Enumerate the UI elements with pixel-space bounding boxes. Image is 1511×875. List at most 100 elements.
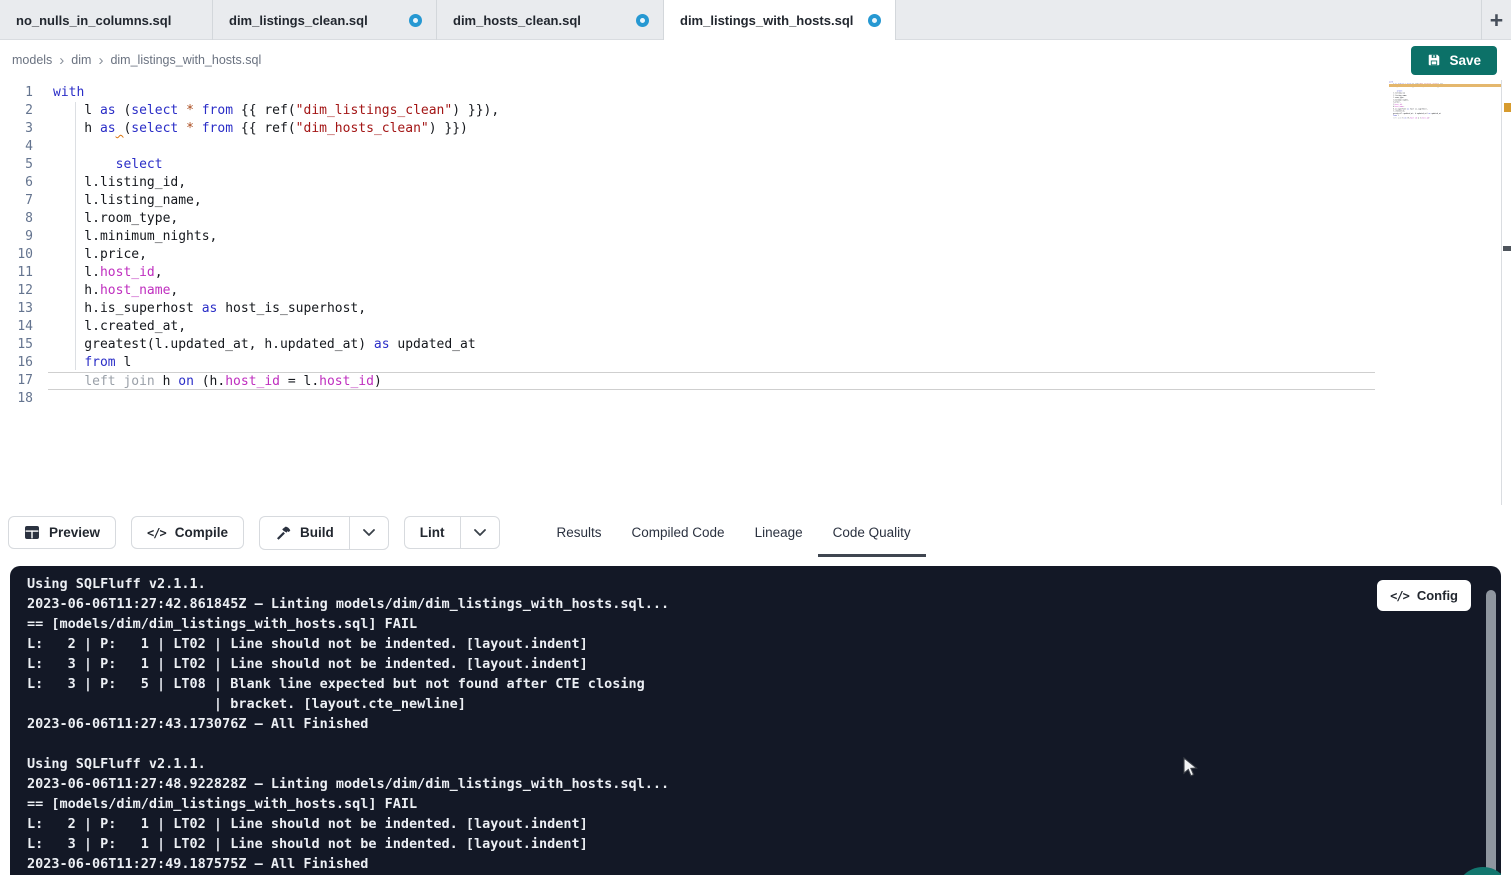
code-line[interactable]: l.listing_name, — [53, 192, 1511, 210]
breadcrumb-segment[interactable]: dim_listings_with_hosts.sql — [110, 53, 261, 67]
line-number[interactable]: 17 — [0, 372, 40, 390]
save-button-label: Save — [1449, 53, 1481, 68]
build-button[interactable]: Build — [259, 516, 349, 550]
code-line[interactable]: select — [53, 156, 1511, 174]
tab-compiled-code[interactable]: Compiled Code — [617, 509, 740, 557]
preview-button-label: Preview — [49, 525, 100, 540]
line-number[interactable]: 4 — [0, 138, 40, 156]
terminal-line: 2023-06-06T11:27:48.922828Z — Linting mo… — [27, 774, 669, 794]
terminal-line: == [models/dim/dim_listings_with_hosts.s… — [27, 614, 669, 634]
code-line[interactable] — [53, 390, 1511, 408]
file-tab-bar: no_nulls_in_columns.sql dim_listings_cle… — [0, 0, 1511, 40]
line-number[interactable]: 9 — [0, 228, 40, 246]
line-number[interactable]: 10 — [0, 246, 40, 264]
code-line[interactable]: with — [53, 84, 1511, 102]
save-button[interactable]: Save — [1411, 46, 1497, 75]
tab-label: Results — [557, 525, 602, 540]
breadcrumb: models › dim › dim_listings_with_hosts.s… — [12, 53, 261, 68]
terminal-line: Using SQLFluff v2.1.1. — [27, 754, 669, 774]
terminal-line: 2023-06-06T11:27:43.173076Z — All Finish… — [27, 714, 669, 734]
file-tab-dim-listings-clean[interactable]: dim_listings_clean.sql — [213, 0, 437, 40]
breadcrumb-bar: models › dim › dim_listings_with_hosts.s… — [0, 40, 1511, 80]
lint-output-terminal: Using SQLFluff v2.1.1.2023-06-06T11:27:4… — [10, 566, 1501, 875]
line-number[interactable]: 8 — [0, 210, 40, 228]
tab-code-quality[interactable]: Code Quality — [818, 509, 926, 557]
line-number[interactable]: 5 — [0, 156, 40, 174]
terminal-line: L: 3 | P: 5 | LT08 | Blank line expected… — [27, 674, 669, 694]
lint-dropdown-button[interactable] — [460, 516, 500, 549]
tab-results[interactable]: Results — [542, 509, 617, 557]
build-dropdown-button[interactable] — [349, 516, 389, 550]
minimap[interactable]: with l as (select * from {{ ref("dim_lis… — [1389, 81, 1462, 201]
chevron-down-icon — [363, 529, 375, 536]
code-line[interactable]: h.is_superhost as host_is_superhost, — [53, 300, 1511, 318]
tab-lineage[interactable]: Lineage — [740, 509, 818, 557]
editor-scrollbar-marker[interactable] — [1503, 246, 1511, 251]
terminal-line: 2023-06-06T11:27:42.861845Z — Linting mo… — [27, 594, 669, 614]
code-line[interactable]: greatest(l.updated_at, h.updated_at) as … — [53, 336, 1511, 354]
line-number[interactable]: 11 — [0, 264, 40, 282]
minimap-warning-band — [1389, 84, 1501, 87]
lint-button-group: Lint — [404, 516, 500, 549]
lint-button[interactable]: Lint — [404, 516, 460, 549]
terminal-line: == [models/dim/dim_listings_with_hosts.s… — [27, 794, 669, 814]
file-tab-no-nulls-in-columns[interactable]: no_nulls_in_columns.sql — [0, 0, 213, 40]
code-line[interactable]: l.minimum_nights, — [53, 228, 1511, 246]
compile-button[interactable]: </> Compile — [131, 516, 244, 549]
unsaved-changes-dot-icon — [409, 14, 422, 27]
save-floppy-icon — [1427, 53, 1441, 67]
sql-code-editor[interactable]: 123456789101112131415161718 with l as (s… — [0, 80, 1511, 505]
code-line[interactable]: l.host_id, — [53, 264, 1511, 282]
code-line[interactable]: l.price, — [53, 246, 1511, 264]
line-number[interactable]: 12 — [0, 282, 40, 300]
terminal-line: L: 3 | P: 1 | LT02 | Line should not be … — [27, 654, 669, 674]
result-panel-tabs: Results Compiled Code Lineage Code Quali… — [542, 509, 926, 557]
code-line[interactable]: h as (select * from {{ ref("dim_hosts_cl… — [53, 120, 1511, 138]
code-line[interactable]: l.listing_id, — [53, 174, 1511, 192]
code-line[interactable]: l as (select * from {{ ref("dim_listings… — [53, 102, 1511, 120]
code-line[interactable]: l.room_type, — [53, 210, 1511, 228]
terminal-line: L: 2 | P: 1 | LT02 | Line should not be … — [27, 814, 669, 834]
preview-button[interactable]: Preview — [8, 516, 116, 549]
line-number[interactable]: 18 — [0, 390, 40, 408]
breadcrumb-separator: › — [98, 53, 103, 68]
file-tab-dim-hosts-clean[interactable]: dim_hosts_clean.sql — [437, 0, 664, 40]
overview-ruler-warning-marker — [1504, 103, 1511, 112]
unsaved-changes-dot-icon — [868, 14, 881, 27]
code-line[interactable] — [53, 138, 1511, 156]
line-number[interactable]: 15 — [0, 336, 40, 354]
line-number[interactable]: 6 — [0, 174, 40, 192]
line-number[interactable]: 2 — [0, 102, 40, 120]
chevron-down-icon — [474, 529, 486, 536]
line-number[interactable]: 13 — [0, 300, 40, 318]
code-line[interactable]: left join h on (h.host_id = l.host_id) — [48, 372, 1375, 390]
line-number[interactable]: 1 — [0, 84, 40, 102]
code-line[interactable]: h.host_name, — [53, 282, 1511, 300]
code-line[interactable]: l.created_at, — [53, 318, 1511, 336]
terminal-line: L: 3 | P: 1 | LT02 | Line should not be … — [27, 834, 669, 854]
line-number-gutter: 123456789101112131415161718 — [0, 84, 40, 408]
config-button[interactable]: </> Config — [1377, 580, 1471, 611]
editor-scroll-track — [1501, 80, 1502, 505]
breadcrumb-segment[interactable]: dim — [71, 53, 91, 67]
file-tab-dim-listings-with-hosts[interactable]: dim_listings_with_hosts.sql — [664, 0, 896, 40]
code-line[interactable]: from l — [53, 354, 1511, 372]
file-tab-label: dim_hosts_clean.sql — [453, 13, 581, 28]
line-number[interactable]: 16 — [0, 354, 40, 372]
terminal-scrollbar-thumb[interactable] — [1486, 590, 1496, 875]
action-bar: Preview </> Compile Build — [0, 505, 1511, 566]
file-tab-label: dim_listings_clean.sql — [229, 13, 368, 28]
terminal-line: | bracket. [layout.cte_newline] — [27, 694, 669, 714]
terminal-output: Using SQLFluff v2.1.1.2023-06-06T11:27:4… — [27, 574, 669, 874]
breadcrumb-segment[interactable]: models — [12, 53, 52, 67]
plus-icon: + — [1490, 7, 1503, 34]
file-tab-label: no_nulls_in_columns.sql — [16, 13, 171, 28]
new-tab-button[interactable]: + — [1481, 0, 1511, 40]
line-number[interactable]: 7 — [0, 192, 40, 210]
terminal-line — [27, 734, 669, 754]
terminal-line: Using SQLFluff v2.1.1. — [27, 574, 669, 594]
line-number[interactable]: 14 — [0, 318, 40, 336]
terminal-line: L: 2 | P: 1 | LT02 | Line should not be … — [27, 634, 669, 654]
build-button-label: Build — [300, 525, 334, 540]
line-number[interactable]: 3 — [0, 120, 40, 138]
